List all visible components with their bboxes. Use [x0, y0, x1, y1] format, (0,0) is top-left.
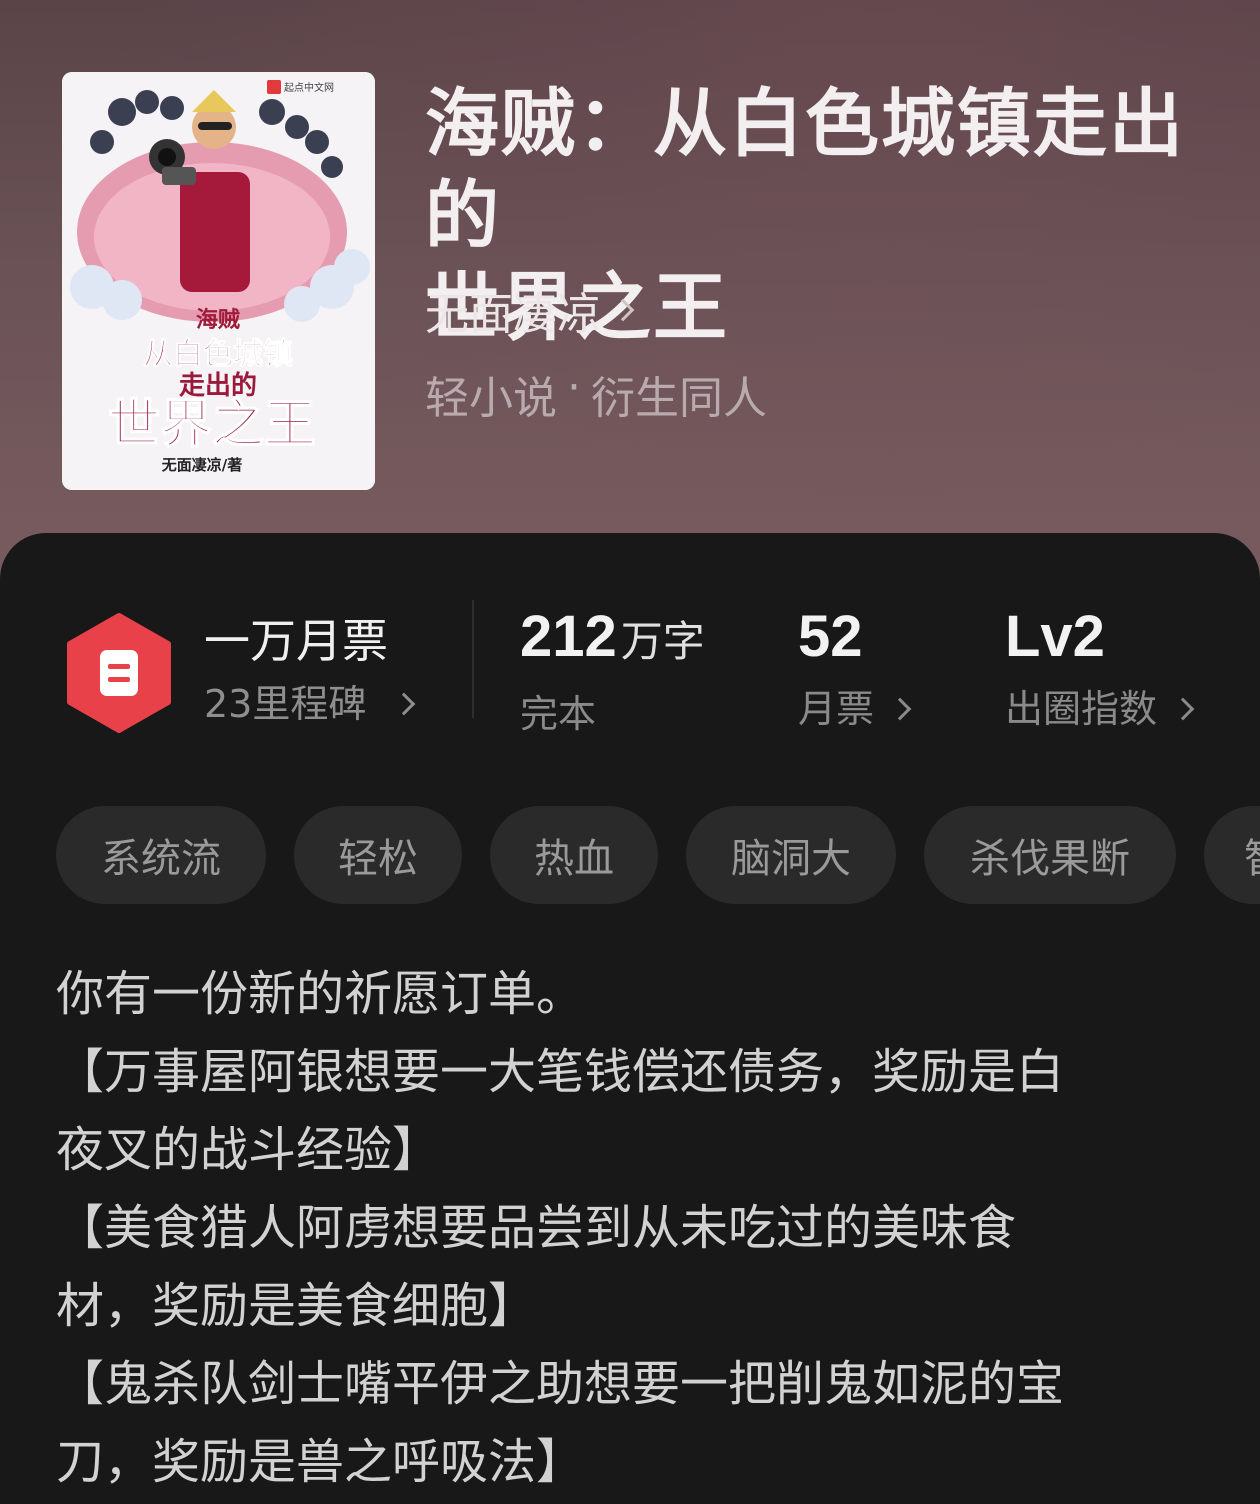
category-separator: ·	[567, 362, 581, 413]
monthly-tickets-value: 52	[798, 604, 863, 669]
tag-chip[interactable]: 轻松	[294, 806, 462, 904]
description-line: 刀，奖励是兽之呼吸法】	[56, 1434, 585, 1490]
popularity-level-value: Lv2	[1005, 604, 1105, 669]
word-count-stat: 212万字 完本	[520, 602, 705, 739]
chevron-right-icon	[393, 692, 416, 716]
description-line: 材，奖励是美食细胞】	[56, 1278, 537, 1334]
monthly-tickets-stat[interactable]: 52 月票	[798, 602, 912, 734]
completion-status: 完本	[520, 692, 597, 736]
chevron-right-icon	[1171, 697, 1195, 721]
book-category: 轻小说 · 衍生同人	[425, 362, 767, 426]
subcategory-label: 衍生同人	[591, 373, 767, 424]
tag-chip[interactable]: 智	[1204, 806, 1260, 904]
monthly-ticket-milestone[interactable]: 一万月票 23里程碑	[204, 612, 416, 730]
cover-author: 无面凄凉/著	[161, 456, 242, 474]
chevron-right-icon	[888, 697, 912, 721]
description-line: 你有一份新的祈愿订单。	[56, 966, 585, 1022]
description-line: 【万事屋阿银想要一大笔钱偿还债务，奖励是白	[56, 1044, 1065, 1100]
cover-title-line3: 世界之王	[108, 395, 316, 455]
popularity-index-label: 出圈指数	[1005, 687, 1158, 731]
tag-list: 系统流 轻松 热血 脑洞大 杀伐果断 智	[56, 806, 1260, 904]
popularity-index-stat[interactable]: Lv2 出圈指数	[1005, 602, 1195, 734]
book-description: 你有一份新的祈愿订单。 【万事屋阿银想要一大笔钱偿还债务，奖励是白 夜叉的战斗经…	[56, 955, 1206, 1501]
description-line: 夜叉的战斗经验】	[56, 1122, 441, 1178]
cover-title-top: 海贼	[196, 307, 240, 333]
milestone-count: 23里程碑	[204, 682, 367, 726]
cover-publisher-mark: 起点中文网	[284, 81, 334, 94]
category-label: 轻小说	[425, 373, 557, 424]
description-line: 【鬼杀队剑士嘴平伊之助想要一把削鬼如泥的宝	[56, 1356, 1065, 1412]
author-link[interactable]: 无面凄凉	[425, 280, 635, 340]
monthly-tickets-label: 月票	[798, 687, 875, 731]
tag-chip[interactable]: 系统流	[56, 806, 266, 904]
book-cover[interactable]: 起点中文网 海贼 从白色城镇 走出的 世界之王 无面凄凉/著	[62, 72, 375, 490]
chevron-right-icon	[611, 298, 635, 322]
word-count-unit: 万字	[620, 618, 705, 665]
cover-title-line1: 从白色城镇	[143, 337, 293, 372]
tag-chip[interactable]: 热血	[490, 806, 658, 904]
tag-chip[interactable]: 脑洞大	[686, 806, 896, 904]
tag-chip[interactable]: 杀伐果断	[924, 806, 1176, 904]
word-count-value: 212	[520, 604, 617, 669]
monthly-milestone-title: 一万月票	[204, 614, 388, 668]
stats-divider	[472, 600, 474, 718]
author-name: 无面凄凉	[425, 289, 601, 340]
description-line: 【美食猎人阿虏想要品尝到从未吃过的美味食	[56, 1200, 1017, 1256]
monthly-ticket-badge-icon	[67, 613, 171, 733]
book-title-line1: 海贼：从白色城镇走出的	[425, 81, 1185, 259]
